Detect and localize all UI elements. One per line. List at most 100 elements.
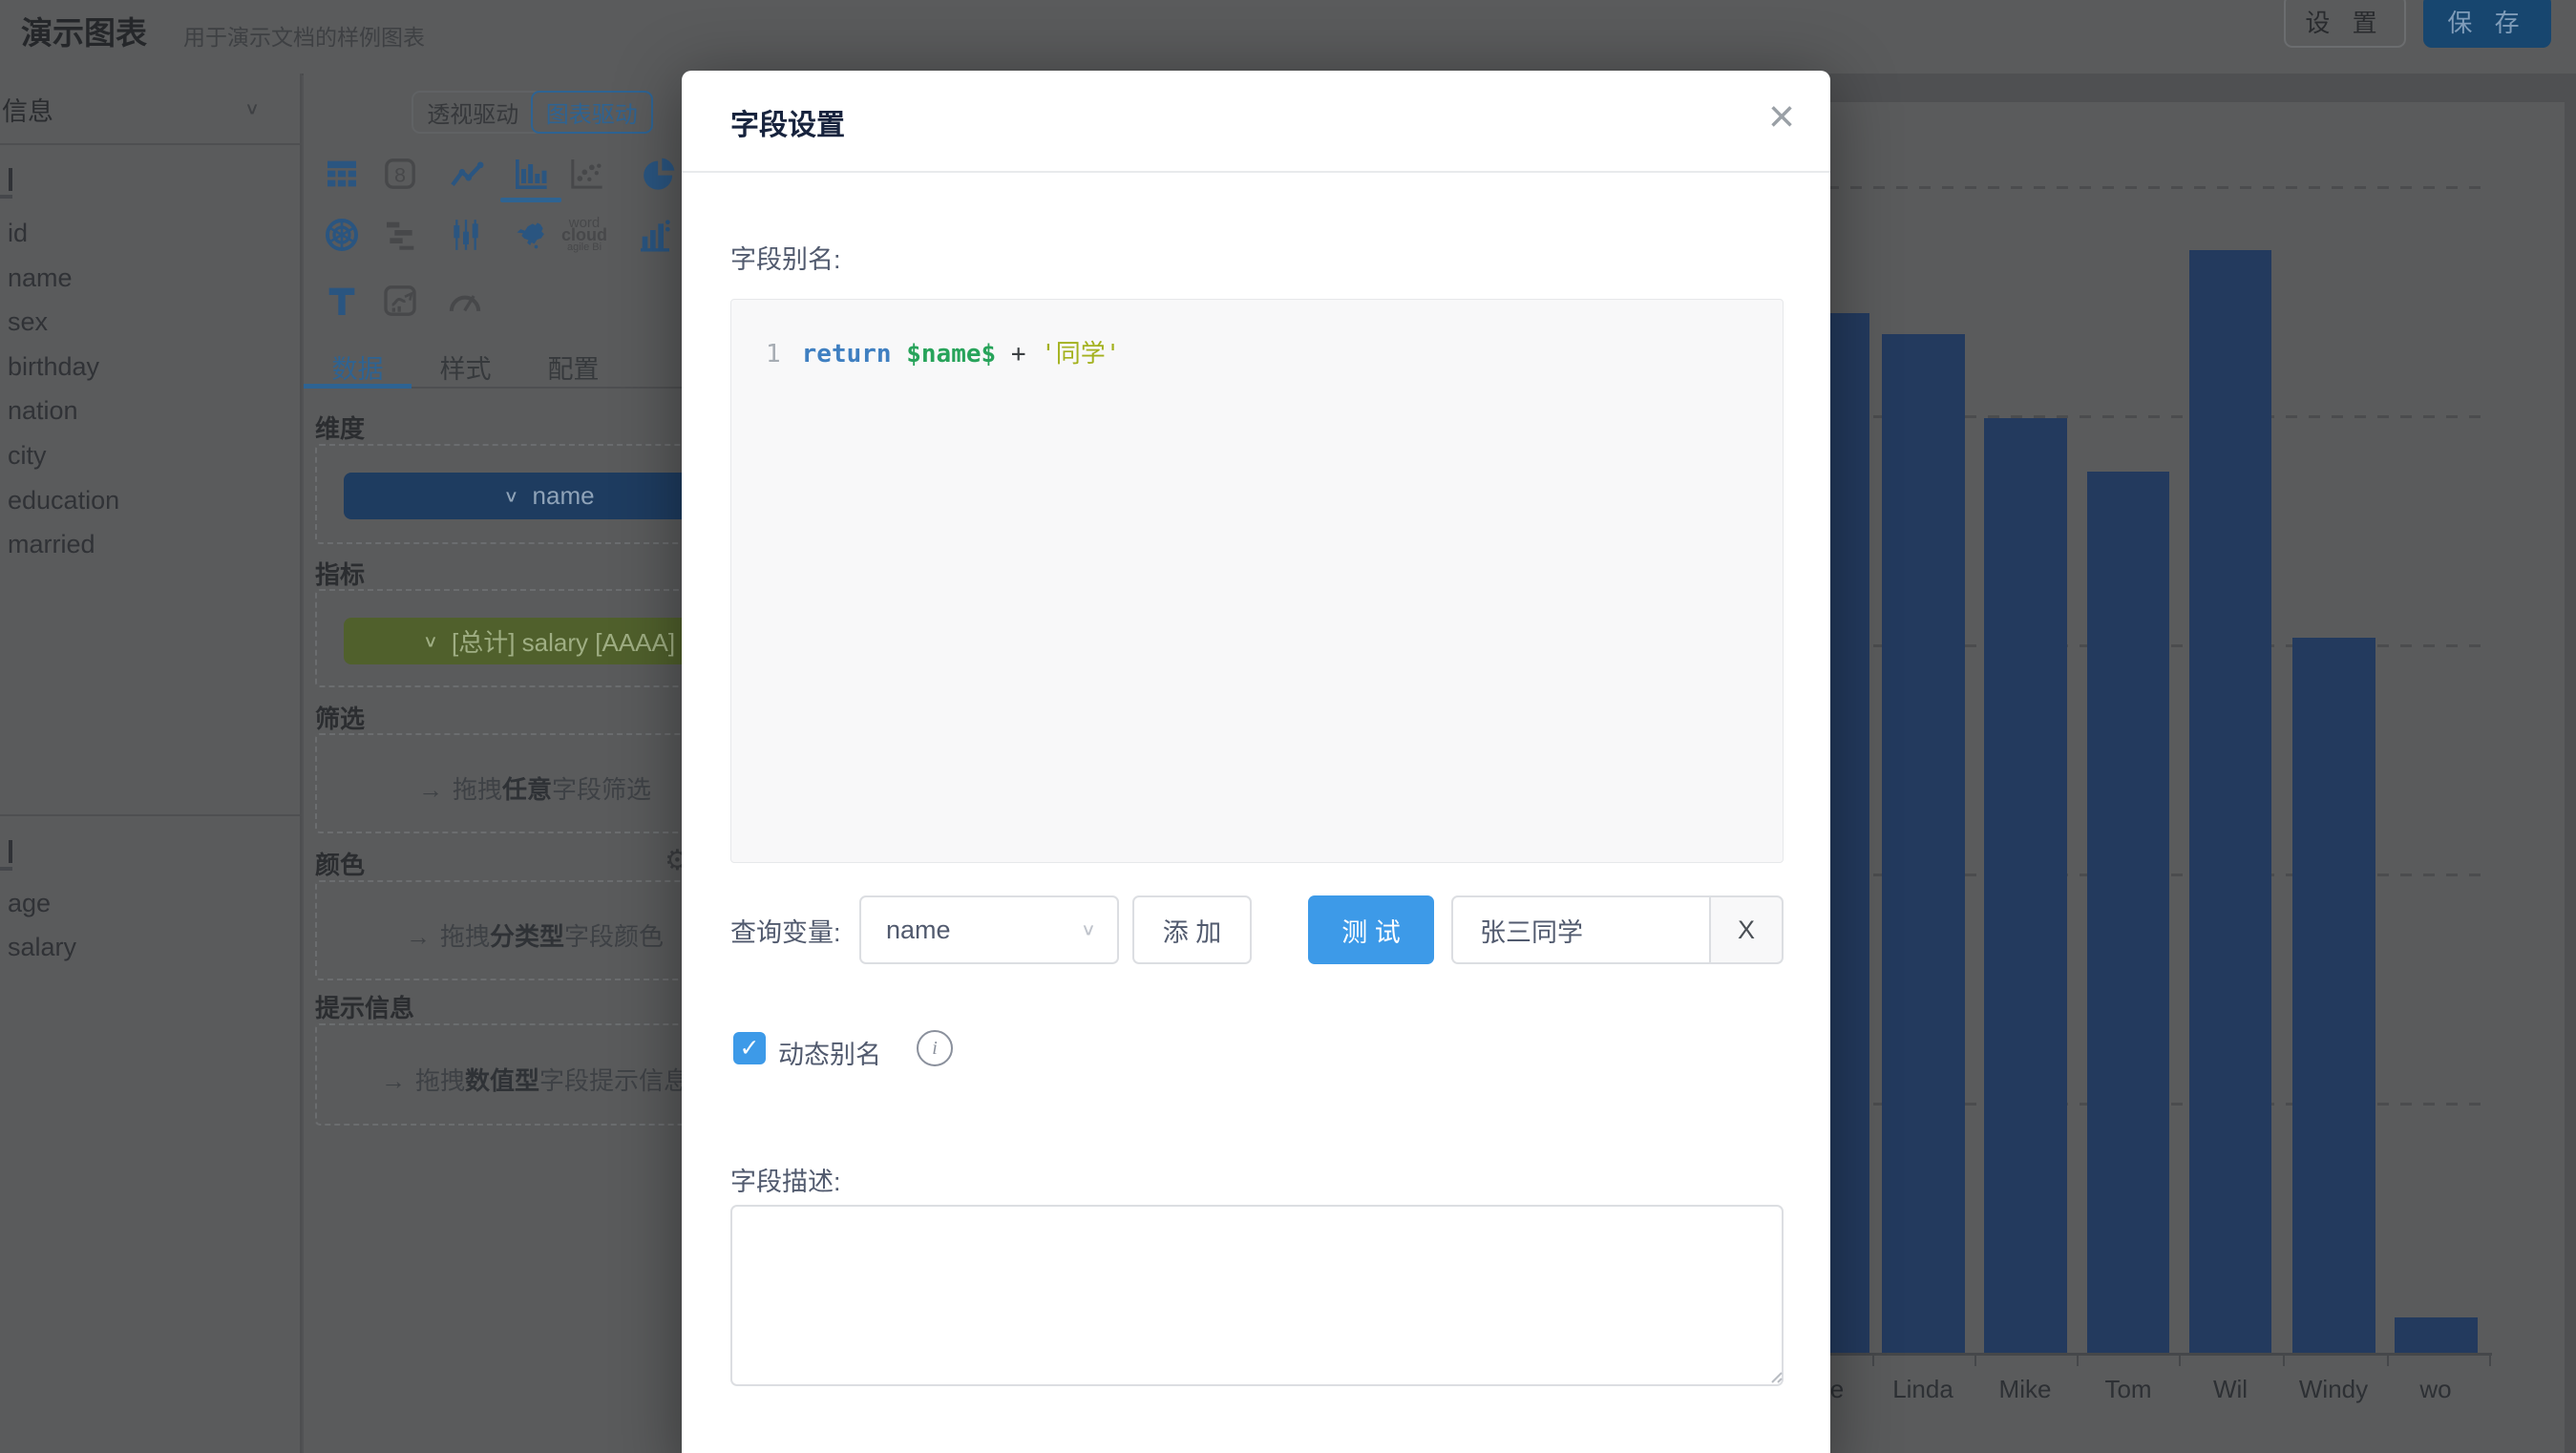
close-icon[interactable]: × [1753, 88, 1810, 145]
description-textarea[interactable] [730, 1205, 1784, 1386]
alias-label: 字段别名: [730, 239, 841, 276]
alias-code-editor[interactable]: 1 return $name$ + '同学' [730, 299, 1784, 863]
add-button[interactable]: 添 加 [1132, 895, 1252, 964]
word-cloud-icon[interactable]: wordcloudagile Bi [561, 213, 607, 257]
field-settings-modal: 字段设置 × 字段别名: 1return $name$ + '同学' 查询变量:… [682, 71, 1830, 1453]
chart-axis-tick [2077, 1353, 2079, 1366]
mode-toggle-active[interactable]: 图表驱动 [531, 91, 654, 134]
measure-pill-label: [总计] salary [AAAA] [452, 623, 675, 659]
content-gutter [2565, 74, 2576, 1453]
page-title: 演示图表 [21, 8, 147, 53]
mode-toggle[interactable]: 透视驱动图表驱动 [412, 91, 653, 134]
dynamic-alias-checkbox[interactable]: ✓ [733, 1032, 766, 1064]
section-label-tooltip: 提示信息 [315, 989, 414, 1024]
chevron-down-icon: ∨ [1081, 920, 1096, 940]
selected-chart-underline [500, 198, 561, 202]
mode-toggle-inactive[interactable]: 透视驱动 [413, 93, 533, 132]
divider [0, 143, 302, 145]
section-label-filter: 筛选 [315, 700, 365, 735]
test-button[interactable]: 测 试 [1308, 895, 1434, 964]
gauge-icon[interactable] [442, 279, 488, 323]
dynamic-alias-label: 动态别名 [778, 1034, 881, 1071]
tab-样式[interactable]: 样式 [412, 348, 519, 387]
code-line: 1 return $name$ + '同学' [766, 334, 1120, 369]
field-item-id[interactable]: id [8, 219, 275, 248]
section-label-dimension: 维度 [315, 410, 365, 445]
chart-axis-tick [2283, 1353, 2285, 1366]
svg-text:8: 8 [394, 162, 406, 186]
chart-axis-tick [2179, 1353, 2181, 1366]
chart-bar-Wil [2189, 250, 2271, 1353]
page-header: 演示图表 用于演示文档的样例图表 设 置 保 存 [0, 0, 2576, 75]
section-label-color: 颜色 [315, 846, 365, 881]
code-variable: $name$ [906, 340, 996, 369]
section-label-measure: 指标 [315, 556, 365, 591]
gantt-icon[interactable] [378, 213, 424, 257]
save-button[interactable]: 保 存 [2423, 0, 2551, 48]
chart-axis-tick [1872, 1353, 1874, 1366]
radar-icon[interactable] [319, 213, 365, 257]
field-item-city[interactable]: city [8, 441, 275, 471]
active-tab-underline [304, 384, 412, 389]
tab-数据[interactable]: 数据 [304, 348, 412, 387]
field-item-salary[interactable]: salary [8, 933, 275, 962]
candlestick-icon[interactable] [443, 213, 489, 257]
chevron-down-icon[interactable]: ∨ [244, 99, 260, 119]
query-variable-label: 查询变量: [730, 895, 841, 964]
china-map-icon[interactable] [506, 213, 552, 257]
app-root: 演示图表 用于演示文档的样例图表 设 置 保 存 信息 ∨ id name sex b… [0, 0, 2576, 1453]
pie-icon[interactable] [636, 152, 682, 196]
field-item-nation[interactable]: nation [8, 396, 275, 426]
line-number: 1 [766, 340, 781, 369]
hint-text: 字段提示信息 [539, 1066, 688, 1095]
settings-button[interactable]: 设 置 [2284, 0, 2406, 48]
chart-axis-tick [1974, 1353, 1976, 1366]
code-string: '同学' [1041, 340, 1120, 369]
field-item-education[interactable]: education [8, 486, 275, 516]
hint-text: 字段颜色 [564, 922, 664, 951]
field-item-age[interactable]: age [8, 889, 275, 918]
clipped-label-underline [0, 867, 12, 871]
dimension-pill-label: name [533, 481, 595, 511]
kpi-number-icon[interactable]: 8 [377, 152, 423, 196]
info-icon[interactable]: i [917, 1030, 953, 1066]
code-keyword: return [802, 340, 892, 369]
chart-x-axis [1805, 1353, 2492, 1356]
hint-text: 拖拽 [440, 922, 490, 951]
waterfall-icon[interactable] [632, 213, 678, 257]
code-operator: + [1011, 340, 1026, 369]
chevron-down-icon: ∨ [503, 486, 518, 506]
tab-配置[interactable]: 配置 [519, 348, 627, 387]
hint-strong: 分类型 [490, 922, 564, 951]
clipped-label-stub [0, 168, 12, 191]
hint-text: 字段筛选 [552, 775, 651, 804]
description-label: 字段描述: [730, 1161, 841, 1198]
text-icon[interactable] [319, 279, 365, 323]
field-sidebar: 信息 ∨ id name sex birthday nation city educatio… [0, 74, 302, 1453]
clear-input-icon[interactable]: X [1709, 895, 1784, 964]
field-item-name[interactable]: name [8, 263, 275, 293]
field-item-married[interactable]: married [8, 530, 275, 559]
divider [682, 171, 1830, 173]
chevron-down-icon: ∨ [423, 631, 438, 651]
line-chart-icon[interactable] [444, 152, 490, 196]
chart-axis-tick [2387, 1353, 2389, 1366]
dataset-label: 信息 [2, 91, 53, 128]
bar-chart-icon[interactable] [508, 152, 554, 196]
chart-axis-tick [2489, 1353, 2491, 1366]
field-item-sex[interactable]: sex [8, 307, 275, 337]
page-subtitle: 用于演示文档的样例图表 [183, 19, 425, 52]
hint-strong: 任意 [502, 775, 552, 804]
query-variable-select[interactable]: name ∨ [859, 895, 1119, 964]
table-icon[interactable] [319, 152, 365, 196]
chart-bar-Linda [1882, 334, 1965, 1353]
chart-bar-Mike [1984, 418, 2067, 1353]
chart-bar-wo [2395, 1317, 2478, 1353]
scatter-icon[interactable] [563, 152, 609, 196]
clipped-label-stub [0, 840, 12, 863]
test-value-input[interactable]: 张三同学 [1451, 895, 1709, 964]
arrow-right-icon: → [381, 1066, 406, 1095]
field-item-birthday[interactable]: birthday [8, 352, 275, 382]
trend-card-icon[interactable] [377, 279, 423, 323]
select-value: name [886, 916, 951, 945]
